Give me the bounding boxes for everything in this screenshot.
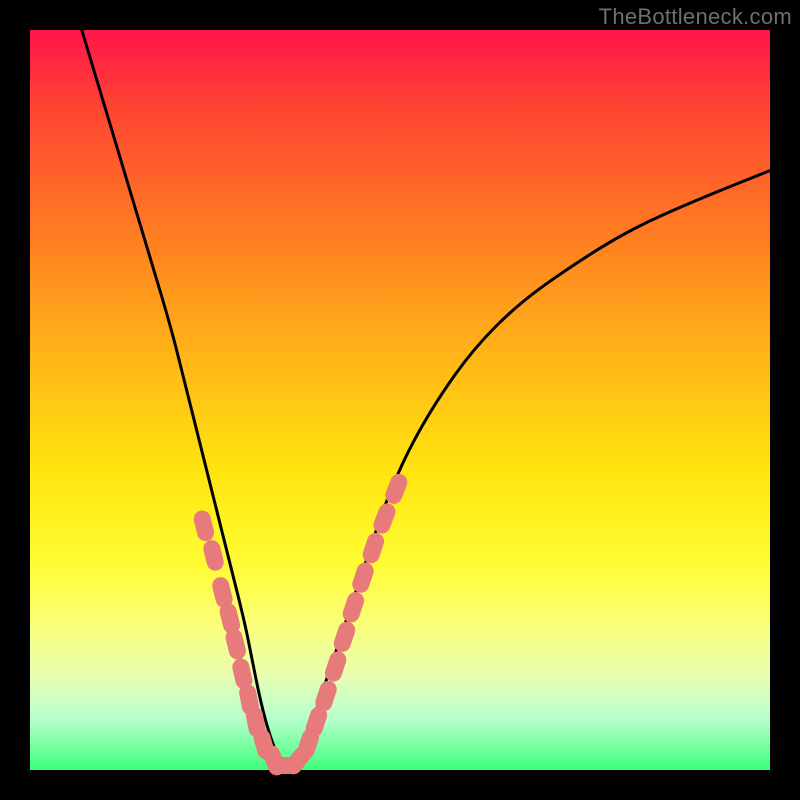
marker-point [224,628,247,661]
marker-point [202,539,225,572]
marker-point [314,679,339,713]
main-v-curve [82,30,770,765]
marker-point [383,472,409,506]
plot-area [30,30,770,770]
curve-svg [30,30,770,770]
marker-point [332,620,357,654]
marker-group [193,472,410,777]
marker-point [323,650,348,684]
marker-point [341,590,366,624]
marker-point [372,502,398,536]
watermark-text: TheBottleneck.com [599,4,792,30]
chart-frame: TheBottleneck.com [0,0,800,800]
marker-point [361,531,386,565]
marker-point [351,561,376,595]
marker-point [193,509,216,542]
